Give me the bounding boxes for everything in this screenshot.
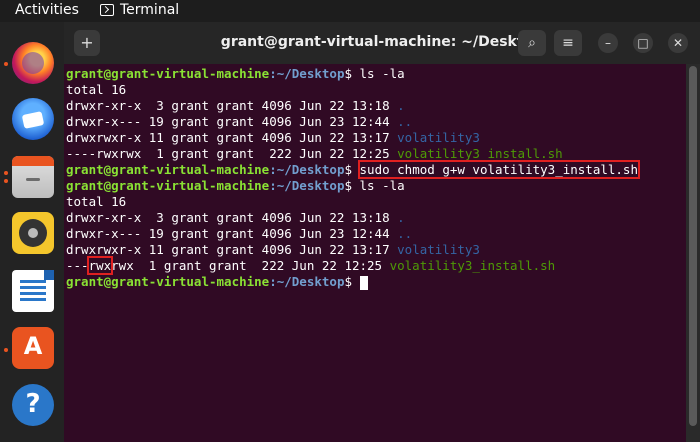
output-line: drwxr-xr-x 3 grant grant 4096 Jun 22 13:… [66,210,405,225]
terminal-icon [100,4,114,16]
help-glyph: ? [25,389,41,419]
group-permission-highlight: rwx [86,256,114,275]
running-indicator [4,171,8,175]
close-button[interactable]: ✕ [668,33,688,53]
text-cursor [359,275,368,290]
minimize-button[interactable]: – [598,33,618,53]
prompt-line: grant@grant-virtual-machine:~/Desktop$ [66,274,368,290]
thunderbird-icon[interactable] [12,98,54,140]
output-line: ---rwxrwx 1 grant grant 222 Jun 22 12:25… [66,256,556,275]
activities-button[interactable]: Activities [15,2,79,18]
chmod-command-highlight: sudo chmod g+w volatility3_install.sh [357,160,640,179]
maximize-button[interactable]: □ [633,33,653,53]
running-indicator [4,62,8,66]
output-line: drwxrwxr-x 11 grant grant 4096 Jun 22 13… [66,130,480,145]
search-button[interactable]: ⌕ [518,30,546,56]
output-line: ----rwxrwx 1 grant grant 222 Jun 22 12:2… [66,146,563,161]
help-icon[interactable]: ? [12,384,54,426]
title-bar: + grant@grant-virtual-machine: ~/Desktop… [64,22,700,64]
dock: A ? [0,22,64,442]
output-line: drwxr-x--- 19 grant grant 4096 Jun 23 12… [66,226,413,241]
scrollbar[interactable] [686,64,700,442]
files-icon[interactable] [12,156,54,198]
output-line: drwxrwxr-x 11 grant grant 4096 Jun 22 13… [66,242,480,257]
prompt-line: grant@grant-virtual-machine:~/Desktop$ l… [66,178,405,193]
menu-button[interactable]: ≡ [554,30,582,56]
output-line: total 16 [66,82,127,97]
terminal-output[interactable]: grant@grant-virtual-machine:~/Desktop$ l… [64,64,684,442]
software-icon[interactable]: A [12,327,54,369]
top-bar: Activities Terminal [0,0,700,22]
running-indicator [4,348,8,352]
app-menu[interactable]: Terminal [100,2,179,18]
running-indicator [4,179,8,183]
software-glyph: A [23,332,43,360]
prompt-line: grant@grant-virtual-machine:~/Desktop$ s… [66,160,640,179]
rhythmbox-icon[interactable] [12,212,54,254]
writer-icon[interactable] [12,270,54,312]
output-line: drwxr-xr-x 3 grant grant 4096 Jun 22 13:… [66,98,405,113]
terminal-window: + grant@grant-virtual-machine: ~/Desktop… [64,22,700,442]
output-line: total 16 [66,194,127,209]
output-line: drwxr-x--- 19 grant grant 4096 Jun 23 12… [66,114,413,129]
app-name: Terminal [120,2,180,18]
prompt-line: grant@grant-virtual-machine:~/Desktop$ l… [66,66,405,81]
new-tab-button[interactable]: + [74,30,100,56]
scrollbar-thumb[interactable] [689,66,697,426]
firefox-icon[interactable] [12,42,54,84]
